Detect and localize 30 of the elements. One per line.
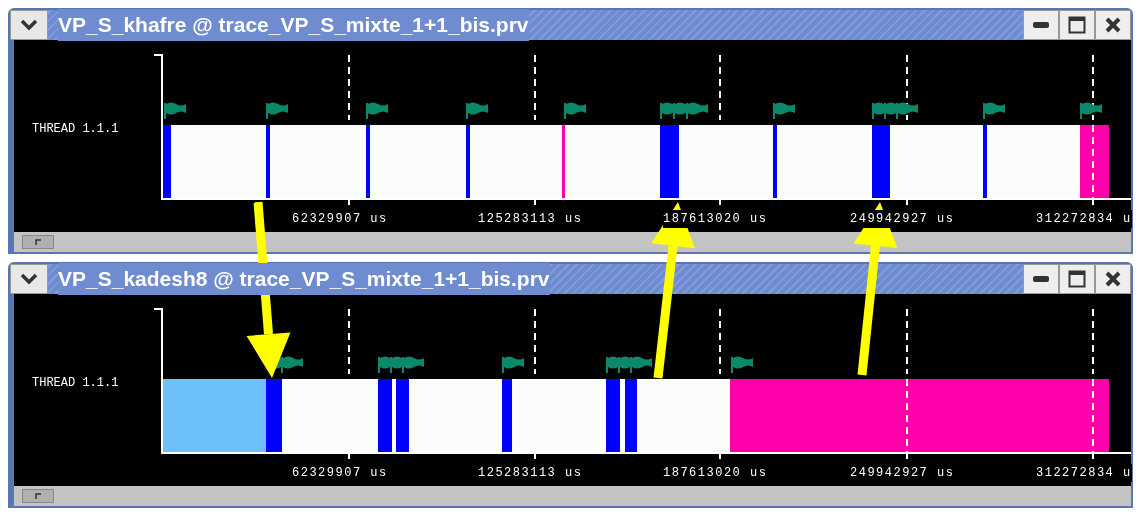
window-menu-button[interactable] [10, 10, 48, 40]
window-menu-button[interactable] [10, 264, 48, 294]
scroll-button[interactable] [22, 489, 54, 503]
time-label: 187613020 us [663, 210, 768, 228]
maximize-button[interactable] [1059, 10, 1095, 40]
maximize-icon [1068, 16, 1086, 34]
minimize-button[interactable] [1023, 264, 1059, 294]
corner-icon [35, 493, 41, 499]
scrollbar[interactable] [14, 232, 1131, 252]
scrollbar[interactable] [14, 486, 1131, 506]
time-label: 312272834 u [1036, 210, 1132, 228]
row-label: THREAD 1.1.1 [32, 121, 119, 138]
close-icon [1105, 17, 1121, 33]
time-label: 312272834 u [1036, 464, 1132, 482]
row-label: THREAD 1.1.1 [32, 375, 119, 392]
close-icon [1105, 271, 1121, 287]
chevron-down-icon [20, 273, 38, 285]
close-button[interactable] [1095, 264, 1131, 294]
time-label: 249942927 us [850, 210, 955, 228]
window-title: VP_S_khafre @ trace_VP_S_mixte_1+1_bis.prv [58, 9, 529, 41]
corner-icon [35, 239, 41, 245]
minimize-icon [1033, 276, 1049, 282]
minimize-icon [1033, 22, 1049, 28]
maximize-button[interactable] [1059, 264, 1095, 294]
window-title: VP_S_kadesh8 @ trace_VP_S_mixte_1+1_bis.prv [58, 263, 550, 295]
close-button[interactable] [1095, 10, 1131, 40]
scroll-button[interactable] [22, 235, 54, 249]
minimize-button[interactable] [1023, 10, 1059, 40]
maximize-icon [1068, 270, 1086, 288]
chevron-down-icon [20, 19, 38, 31]
